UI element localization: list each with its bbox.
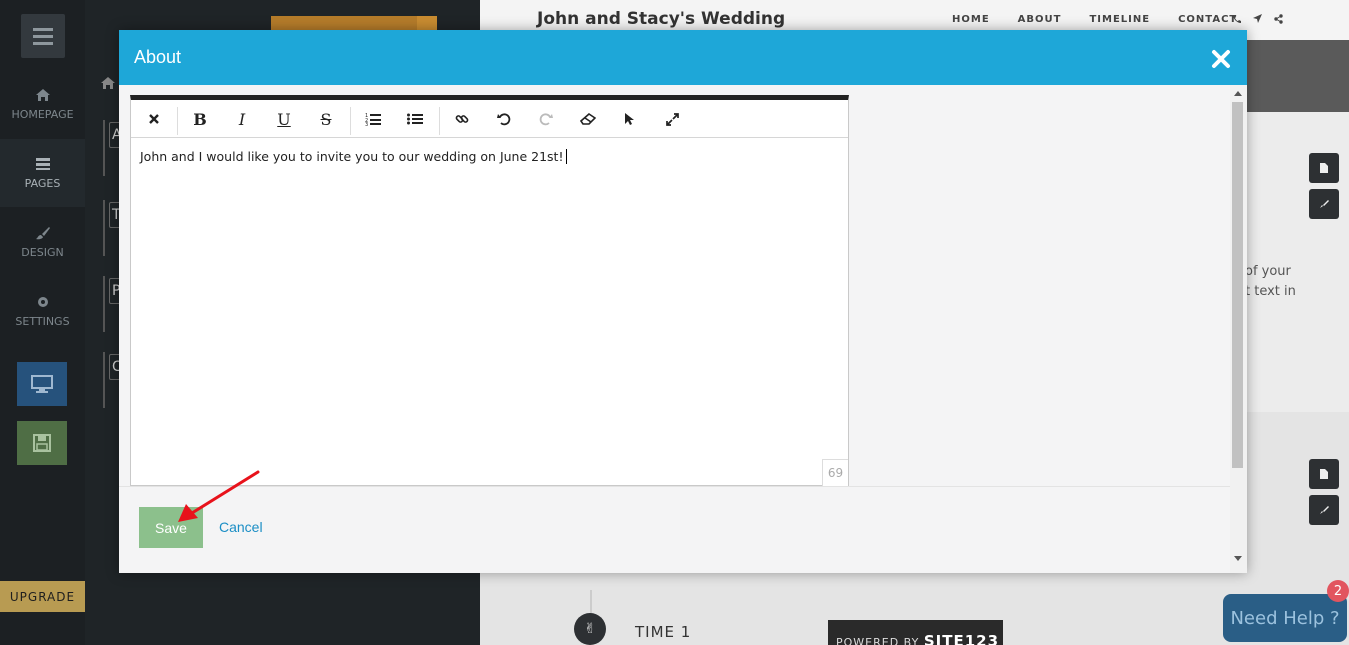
close-icon [149,114,159,124]
brush-icon [1320,200,1329,208]
rich-text-editor: B I U S 123 John and I would like you to… [130,95,849,486]
bold-button[interactable]: B [179,100,221,138]
sidebar-item-settings[interactable]: SETTINGS [0,277,85,345]
cursor-icon [625,113,634,125]
timeline-item-title: TIME 1 [635,623,692,641]
nav-timeline[interactable]: TIMELINE [1089,14,1150,25]
toolbar-divider [439,107,440,135]
toolbar-divider [350,107,351,135]
strikethrough-button[interactable]: S [305,100,347,138]
section-tools [1309,153,1339,225]
phone-icon[interactable] [1232,14,1241,24]
edit-design-button[interactable] [1309,189,1339,219]
undo-button[interactable] [483,100,525,138]
fullscreen-button[interactable] [651,100,693,138]
link-icon [455,115,469,123]
svg-text:3: 3 [365,122,368,126]
modal-footer: Save Cancel [119,486,1230,573]
underline-button[interactable]: U [263,100,305,138]
clear-format-button[interactable] [133,100,175,138]
edit-page-button[interactable] [1309,153,1339,183]
save-site-button[interactable] [17,421,67,465]
share-icon[interactable] [1274,14,1283,24]
powered-prefix: POWERED BY [836,636,920,645]
site-title: John and Stacy's Wedding [537,9,786,29]
bullet-list-button[interactable] [394,100,436,138]
modal-scrollbar[interactable] [1230,85,1247,573]
home-icon [101,77,115,89]
monitor-icon [31,375,53,393]
file-icon [1320,163,1328,173]
nav-contact[interactable]: CONTACT [1178,14,1237,25]
location-arrow-icon[interactable] [1253,14,1262,24]
home-icon [35,89,50,101]
sidebar-item-design[interactable]: DESIGN [0,208,85,276]
modal-title: About [134,47,182,67]
save-button[interactable]: Save [139,507,203,548]
powered-by-badge[interactable]: POWERED BY SITE123 [828,620,1003,645]
select-button[interactable] [609,100,651,138]
menu-button[interactable] [21,14,65,58]
need-help-button[interactable]: Need Help ? [1223,594,1347,642]
redo-icon [539,113,553,126]
close-icon[interactable] [1211,49,1231,69]
editor-toolbar: B I U S 123 [131,100,848,138]
bullet-list-icon [407,113,423,125]
snippet-line: t text in [1245,284,1296,299]
timeline-line [590,590,592,614]
ordered-list-button[interactable]: 123 [352,100,394,138]
brush-icon [1320,506,1329,514]
scrollbar-thumb[interactable] [1232,102,1243,468]
gear-icon [37,297,48,307]
sidebar-item-label: HOMEPAGE [11,108,74,121]
desktop-preview-button[interactable] [17,362,67,406]
eraser-icon [580,113,596,125]
scroll-down-arrow-icon[interactable] [1234,556,1242,561]
expand-icon [665,112,679,126]
peace-sign-icon: ✌ [574,613,606,645]
modal-header: About [119,30,1247,85]
sidebar-item-label: SETTINGS [15,315,70,328]
scroll-up-arrow-icon[interactable] [1234,91,1242,96]
eraser-button[interactable] [567,100,609,138]
cancel-link[interactable]: Cancel [219,519,263,535]
upgrade-button[interactable]: UPGRADE [0,581,85,612]
pages-icon [35,158,50,170]
about-modal: About B I U S 123 John and I would like … [119,30,1247,573]
notification-badge: 2 [1327,580,1349,602]
floppy-disk-icon [33,434,51,452]
editor-text: John and I would like you to invite you … [140,149,564,164]
edit-design-button[interactable] [1309,495,1339,525]
sidebar-item-label: PAGES [24,177,61,190]
text-caret [566,149,568,164]
hamburger-icon [33,26,53,47]
undo-icon [497,113,511,126]
site-nav-icons [1232,14,1283,24]
sidebar-item-pages[interactable]: PAGES [0,139,85,207]
brush-icon [35,227,50,240]
sidebar-item-homepage[interactable]: HOMEPAGE [0,70,85,138]
site-nav: HOME ABOUT TIMELINE CONTACT [952,14,1237,25]
sidebar-item-label: DESIGN [21,246,64,259]
nav-home[interactable]: HOME [952,14,990,25]
editor-content[interactable]: John and I would like you to invite you … [131,139,848,485]
app-sidebar: HOMEPAGE PAGES DESIGN SETTINGS UPGRADE [0,0,85,645]
powered-brand: SITE123 [923,632,1000,645]
file-icon [1320,469,1328,479]
ordered-list-icon: 123 [365,113,381,126]
snippet-line: of your [1245,264,1291,279]
character-count: 69 [822,459,848,486]
edit-page-button[interactable] [1309,459,1339,489]
section-tools [1309,459,1339,531]
italic-button[interactable]: I [221,100,263,138]
toolbar-divider [177,107,178,135]
redo-button[interactable] [525,100,567,138]
insert-link-button[interactable] [441,100,483,138]
about-text-snippet: of your t text in [1245,262,1296,302]
nav-about[interactable]: ABOUT [1018,14,1062,25]
hero-image [1247,40,1349,112]
